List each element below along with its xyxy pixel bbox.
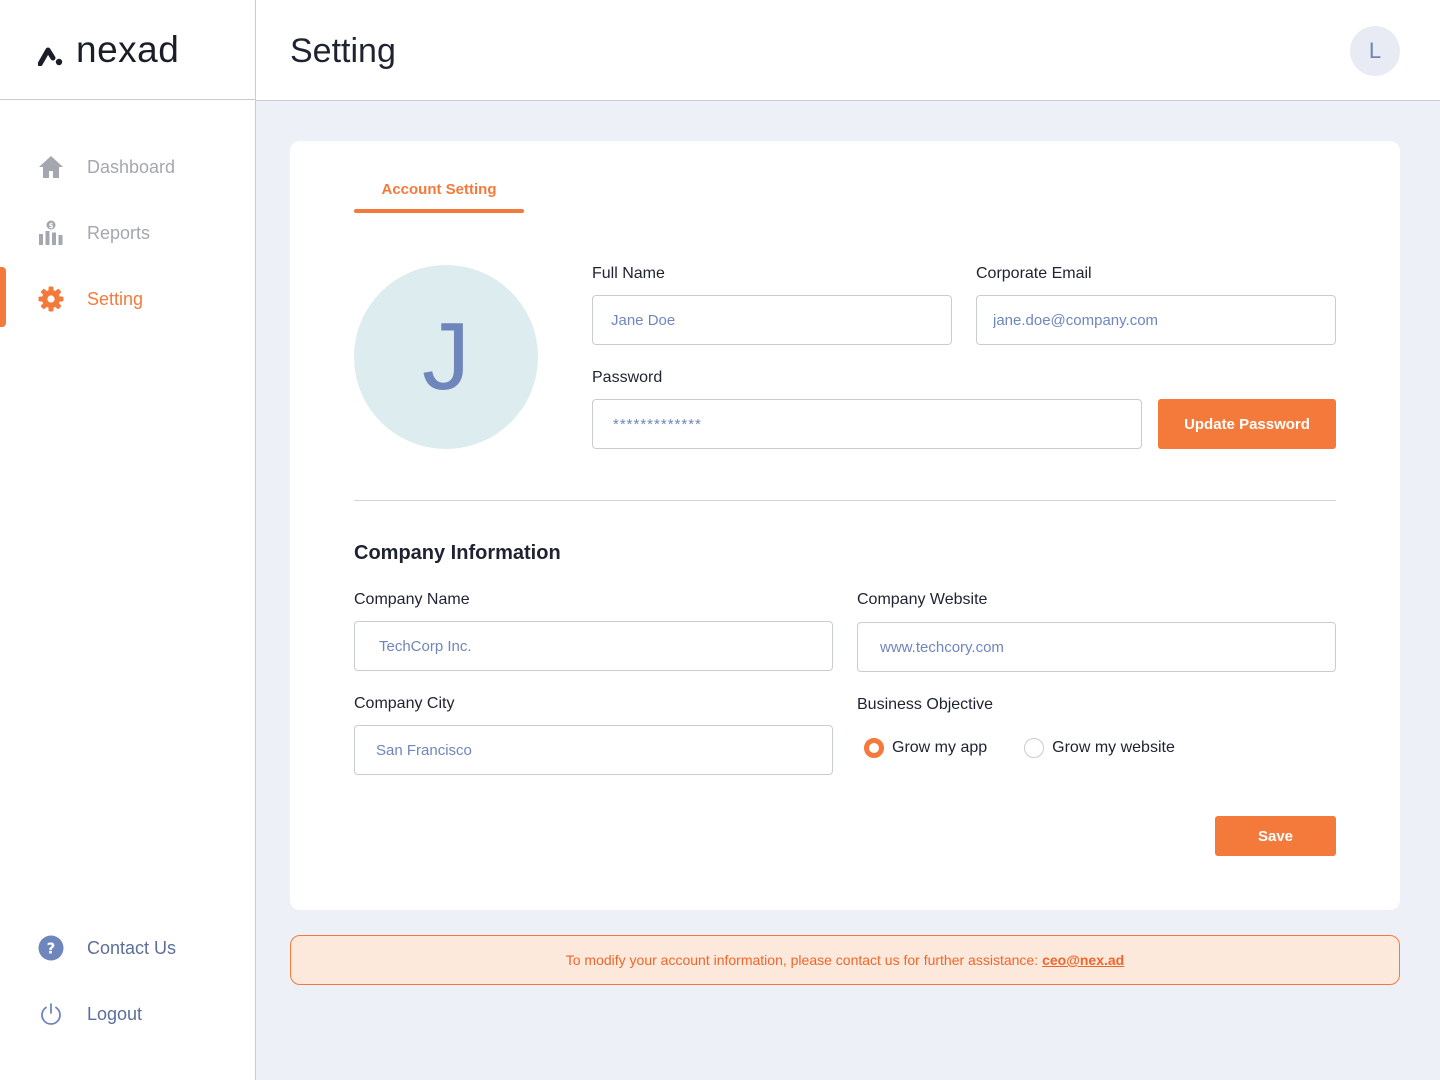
help-icon: ? <box>38 935 64 961</box>
svg-text:$: $ <box>49 222 54 230</box>
radio-grow-my-website[interactable]: Grow my website <box>1024 738 1175 758</box>
section-divider <box>354 500 1336 501</box>
sidebar-item-label: Logout <box>87 1003 143 1024</box>
sidebar-item-label: Reports <box>87 222 151 243</box>
company-city-input[interactable] <box>354 725 833 775</box>
sidebar-item-setting[interactable]: Setting <box>0 266 255 332</box>
company-website-input[interactable] <box>857 622 1336 672</box>
user-avatar[interactable]: L <box>1350 26 1400 76</box>
sidebar-item-label: Dashboard <box>87 156 176 177</box>
radio-unselected-icon[interactable] <box>1024 738 1045 758</box>
nexad-logo-icon <box>38 47 63 66</box>
sidebar-item-reports[interactable]: $ Reports <box>0 200 255 266</box>
active-tab-indicator <box>354 209 524 213</box>
sidebar-item-label: Setting <box>87 288 144 309</box>
notice-text: To modify your account information, plea… <box>565 952 1039 968</box>
sidebar-item-label: Contact Us <box>87 937 177 958</box>
password-input[interactable] <box>592 399 1142 449</box>
top-bar: Setting L <box>256 0 1440 101</box>
brand-name: nexad <box>76 28 180 70</box>
sidebar-item-contact-us[interactable]: ? Contact Us <box>0 915 255 981</box>
gear-icon <box>38 286 64 312</box>
sidebar: nexad Dashboard $ Reports Setting ? Cont… <box>0 0 256 1080</box>
radio-label: Grow my website <box>1052 739 1175 756</box>
company-city-label: Company City <box>354 695 455 712</box>
sidebar-item-logout[interactable]: Logout <box>0 981 255 1047</box>
svg-text:?: ? <box>47 940 56 958</box>
corporate-email-input[interactable] <box>976 295 1336 345</box>
save-button[interactable]: Save <box>1215 816 1336 856</box>
company-name-label: Company Name <box>354 591 470 608</box>
home-icon <box>38 154 64 180</box>
business-objective-label: Business Objective <box>857 696 994 713</box>
sidebar-bottom-nav: ? Contact Us Logout <box>0 915 255 1047</box>
reports-icon: $ <box>38 220 64 246</box>
company-information-title: Company Information <box>354 542 561 564</box>
corporate-email-label: Corporate Email <box>976 265 1092 282</box>
settings-card: Account Setting J Full Name Corporate Em… <box>290 141 1400 910</box>
contact-notice-banner: To modify your account information, plea… <box>290 935 1400 985</box>
sidebar-nav: Dashboard $ Reports Setting <box>0 134 255 332</box>
full-name-label: Full Name <box>592 265 665 282</box>
page-title: Setting <box>290 32 396 70</box>
brand-logo[interactable]: nexad <box>0 0 255 100</box>
full-name-input[interactable] <box>592 295 952 345</box>
sidebar-item-dashboard[interactable]: Dashboard <box>0 134 255 200</box>
radio-grow-my-app[interactable]: Grow my app <box>864 738 987 758</box>
business-objective-radio-group: Grow my app Grow my website <box>864 738 1211 758</box>
radio-label: Grow my app <box>892 739 988 756</box>
profile-avatar[interactable]: J <box>354 265 538 449</box>
notice-email-link[interactable]: ceo@nex.ad <box>1042 952 1124 968</box>
password-label: Password <box>592 369 663 386</box>
update-password-button[interactable]: Update Password <box>1158 399 1336 449</box>
power-icon <box>38 1001 64 1027</box>
company-name-input[interactable] <box>354 621 833 671</box>
company-website-label: Company Website <box>857 591 988 608</box>
radio-selected-icon[interactable] <box>864 738 884 758</box>
